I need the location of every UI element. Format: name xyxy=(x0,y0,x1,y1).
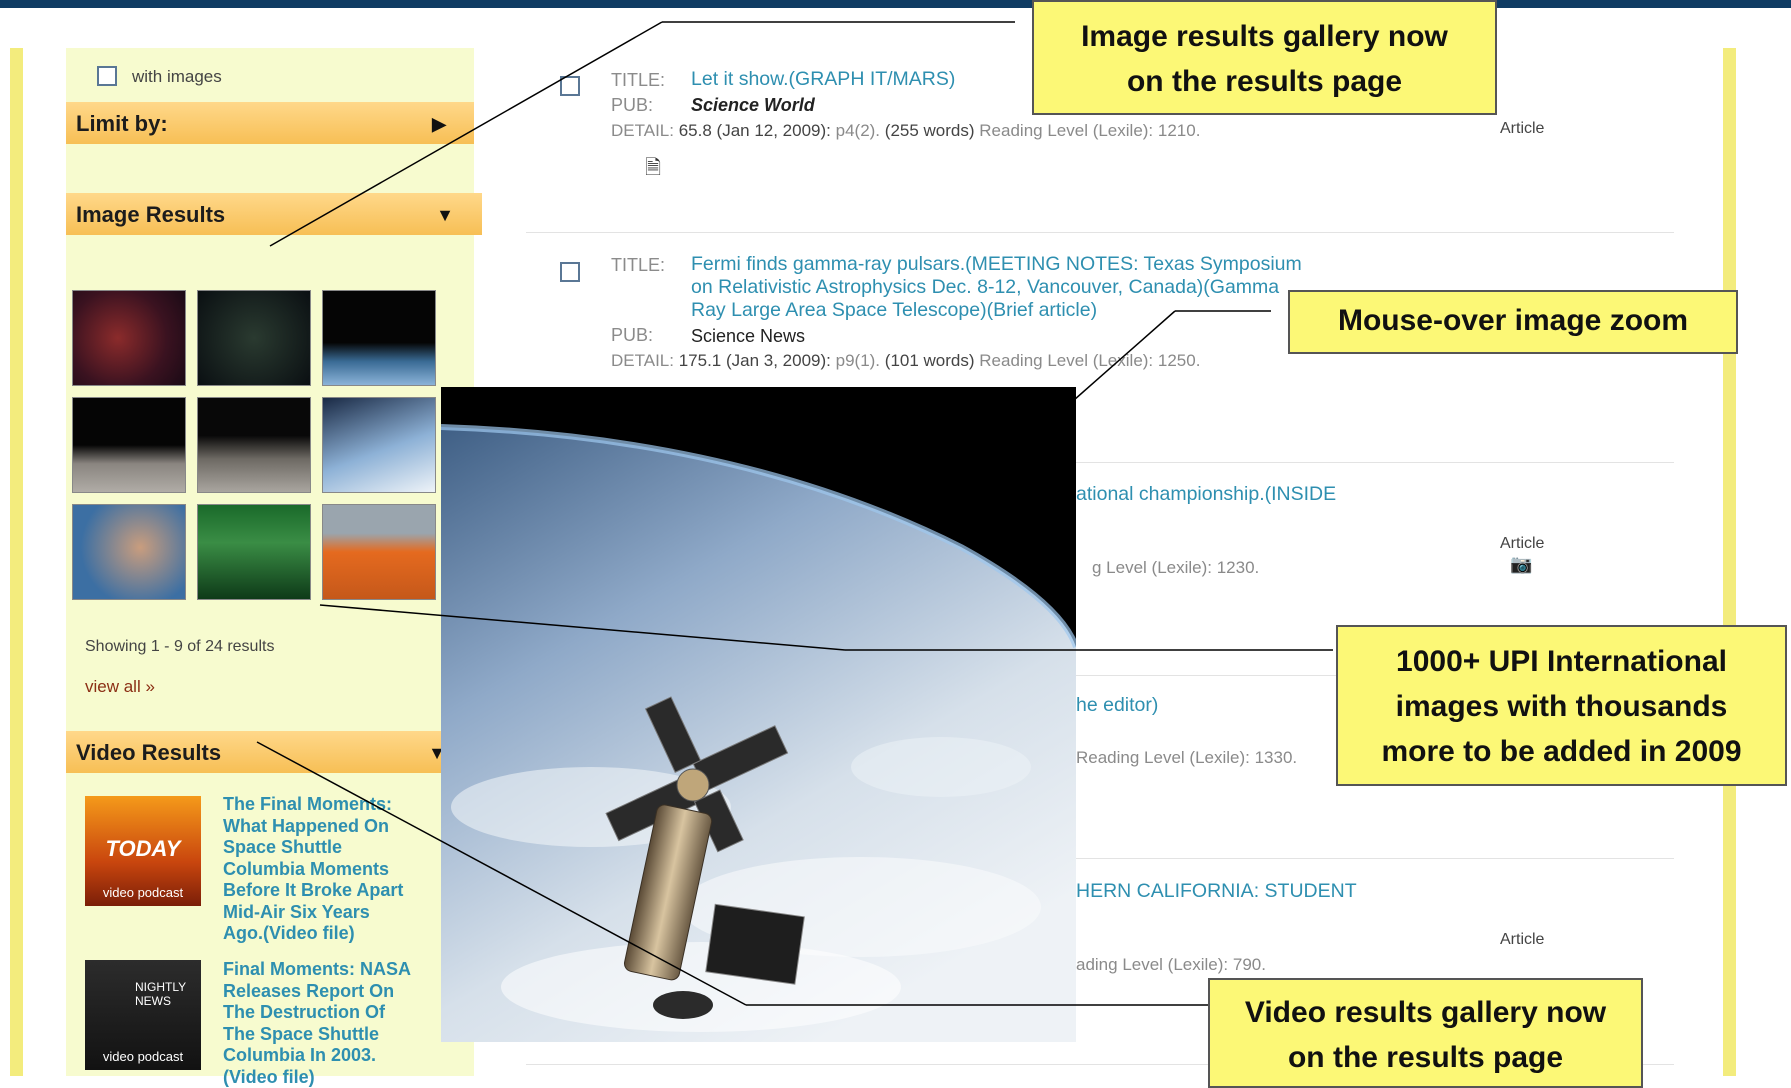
callout-image-gallery: Image results gallery now on the results… xyxy=(1032,0,1497,115)
callout-video-gallery: Video results gallery now on the results… xyxy=(1208,978,1643,1088)
callout-mouseover-zoom: Mouse-over image zoom xyxy=(1288,290,1738,354)
callout-upi-images: 1000+ UPI International images with thou… xyxy=(1336,625,1787,786)
callout-lines xyxy=(256,21,1333,1006)
